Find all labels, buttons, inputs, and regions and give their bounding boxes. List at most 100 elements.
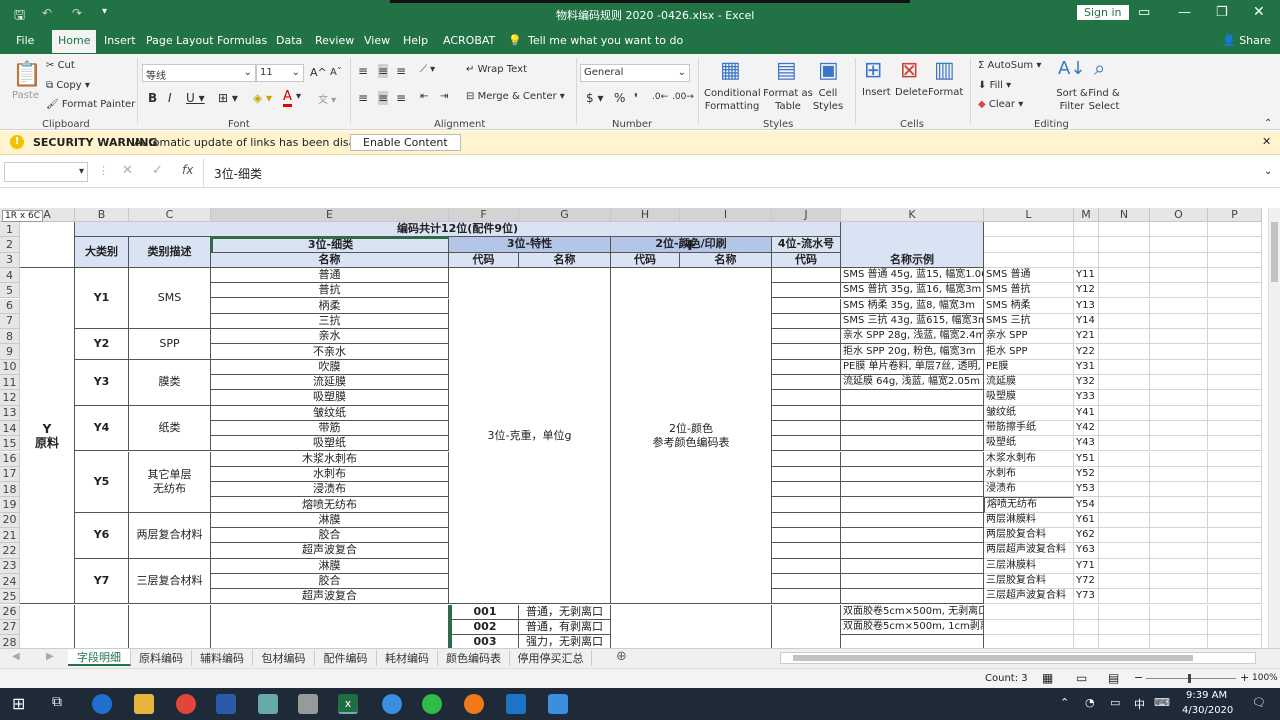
copy-button[interactable]: ⧉ Copy ▾ xyxy=(46,80,90,91)
insert-cells-button[interactable]: Insert xyxy=(862,87,891,98)
example-cell[interactable]: SMS 柄柔 35g, 蓝8, 幅宽3m xyxy=(841,298,984,314)
empty-cell[interactable] xyxy=(1099,589,1150,605)
tray-up-icon[interactable]: ⌃ xyxy=(1060,696,1069,709)
undo-icon[interactable]: ↶ xyxy=(42,6,52,20)
conditional-formatting-icon[interactable]: ▦ xyxy=(720,58,741,83)
example-cell[interactable] xyxy=(841,451,984,467)
save-icon[interactable]: 🖫 xyxy=(14,6,25,28)
clock-date[interactable]: 4/30/2020 xyxy=(1182,705,1233,716)
feature-name[interactable]: 普通，无剥离口 xyxy=(519,604,611,620)
example-cell[interactable]: 亲水 SPP 28g, 浅蓝, 幅宽2.4m xyxy=(841,329,984,345)
group-desc[interactable]: 膜类 xyxy=(129,359,211,406)
header-serial[interactable]: 4位-流水号 xyxy=(772,237,841,253)
group-code[interactable]: Y1 xyxy=(75,267,129,330)
bold-icon[interactable]: B xyxy=(148,91,157,105)
feature-name[interactable]: 普通，有剥离口 xyxy=(519,619,611,636)
example-cell[interactable] xyxy=(841,405,984,421)
format-as-table-icon[interactable]: ▤ xyxy=(776,58,797,83)
formula-input[interactable]: 3位-细类 xyxy=(214,165,262,182)
scroll-right-icon[interactable]: ▶ xyxy=(46,651,54,662)
italic-icon[interactable]: I xyxy=(168,91,172,105)
notification-icon[interactable]: 🗨 xyxy=(1252,696,1266,709)
comma-icon[interactable]: ❜ xyxy=(634,91,638,105)
tab-acrobat[interactable]: ACROBAT xyxy=(443,34,495,47)
edge-icon[interactable] xyxy=(92,694,112,714)
m-code[interactable]: Y72 xyxy=(1074,573,1099,590)
m-code[interactable]: Y73 xyxy=(1074,589,1099,605)
l-name[interactable]: 两层淋膜料 xyxy=(984,512,1074,528)
m-code[interactable]: Y52 xyxy=(1074,466,1099,483)
sheet-tab[interactable]: 辅料编码 xyxy=(192,650,253,666)
page-break-view-icon[interactable]: ▤ xyxy=(1108,671,1119,685)
row-header[interactable]: 27 xyxy=(0,619,20,636)
feature-code[interactable]: 002 xyxy=(449,619,519,636)
fill-button[interactable]: ⬇ Fill ▾ xyxy=(978,80,1011,91)
header-feat[interactable]: 3位-特性 xyxy=(449,237,611,253)
sub-name[interactable]: 吸塑膜 xyxy=(211,390,449,406)
sheet-tab[interactable]: 耗材编码 xyxy=(377,650,438,666)
grow-font-icon[interactable]: A^ xyxy=(310,66,327,79)
empty-cell[interactable] xyxy=(1150,619,1208,636)
l-name[interactable]: 三层淋膜料 xyxy=(984,558,1074,574)
example-cell[interactable] xyxy=(841,436,984,452)
empty-cell[interactable] xyxy=(1150,375,1208,391)
phonetic-icon[interactable]: 文 ▾ xyxy=(318,91,336,106)
chrome-icon[interactable] xyxy=(176,694,196,714)
l-name[interactable]: 熔喷无纺布 xyxy=(984,497,1074,513)
borders-icon[interactable]: ⊞ ▾ xyxy=(218,91,238,105)
l-name[interactable]: 拒水 SPP xyxy=(984,344,1074,360)
excel-taskbar-icon[interactable]: x xyxy=(338,694,358,714)
example-cell[interactable] xyxy=(841,573,984,590)
group-desc[interactable]: SPP xyxy=(129,329,211,360)
row-header[interactable]: 10 xyxy=(0,359,20,375)
increase-decimal-icon[interactable]: .0← xyxy=(652,92,668,102)
l-name[interactable]: SMS 普通 xyxy=(984,267,1074,284)
insert-function-button[interactable]: fx xyxy=(182,163,193,177)
cell-styles-icon[interactable]: ▣ xyxy=(818,58,839,83)
align-left-icon[interactable]: ≡ xyxy=(358,91,368,105)
serial-cell[interactable] xyxy=(772,344,841,360)
tab-home[interactable]: Home xyxy=(52,30,97,53)
l-name[interactable]: 水刺布 xyxy=(984,466,1074,483)
column-header[interactable]: H xyxy=(611,208,680,222)
empty-cell[interactable] xyxy=(1150,405,1208,421)
sheet-tab[interactable]: 停用停买汇总 xyxy=(510,650,592,666)
serial-cell[interactable] xyxy=(772,267,841,284)
sub-name[interactable]: 浸渍布 xyxy=(211,482,449,498)
font-color-icon[interactable]: A xyxy=(283,89,292,107)
major-category[interactable]: Y 原料 xyxy=(20,267,75,605)
empty-cell[interactable] xyxy=(1099,313,1150,330)
color-note[interactable]: 2位-颜色 参考颜色编码表 xyxy=(611,267,772,605)
header-name[interactable]: 名称 xyxy=(680,252,772,268)
empty-cell[interactable] xyxy=(1150,604,1208,620)
empty-cell[interactable] xyxy=(1208,573,1262,590)
windows-start-icon[interactable]: ⊞ xyxy=(12,694,25,713)
row-header[interactable]: 23 xyxy=(0,558,20,574)
sub-name[interactable]: 水刺布 xyxy=(211,466,449,483)
cell-blank[interactable] xyxy=(772,604,841,650)
empty-cell[interactable] xyxy=(1208,528,1262,544)
empty-cell[interactable] xyxy=(1150,482,1208,498)
sub-name[interactable]: 柄柔 xyxy=(211,298,449,314)
m-code[interactable]: Y54 xyxy=(1074,497,1099,513)
empty-cell[interactable] xyxy=(1099,344,1150,360)
cut-button[interactable]: ✂ Cut xyxy=(46,60,75,71)
empty-cell[interactable] xyxy=(1099,252,1150,268)
serial-cell[interactable] xyxy=(772,497,841,513)
group-code[interactable]: Y4 xyxy=(75,405,129,452)
empty-cell[interactable] xyxy=(1208,466,1262,483)
serial-cell[interactable] xyxy=(772,436,841,452)
empty-cell[interactable] xyxy=(1208,298,1262,314)
sub-name[interactable]: 胶合 xyxy=(211,573,449,590)
empty-cell[interactable] xyxy=(1150,451,1208,467)
row-header[interactable]: 18 xyxy=(0,482,20,498)
powershell-icon[interactable] xyxy=(216,694,236,714)
empty-cell[interactable] xyxy=(1150,390,1208,406)
redo-icon[interactable]: ↷ xyxy=(72,6,82,20)
empty-cell[interactable] xyxy=(1150,329,1208,345)
restore-icon[interactable]: ❐ xyxy=(1216,5,1228,20)
example-cell[interactable] xyxy=(841,558,984,574)
row-header[interactable]: 12 xyxy=(0,390,20,406)
serial-cell[interactable] xyxy=(772,390,841,406)
m-code[interactable]: Y61 xyxy=(1074,512,1099,528)
